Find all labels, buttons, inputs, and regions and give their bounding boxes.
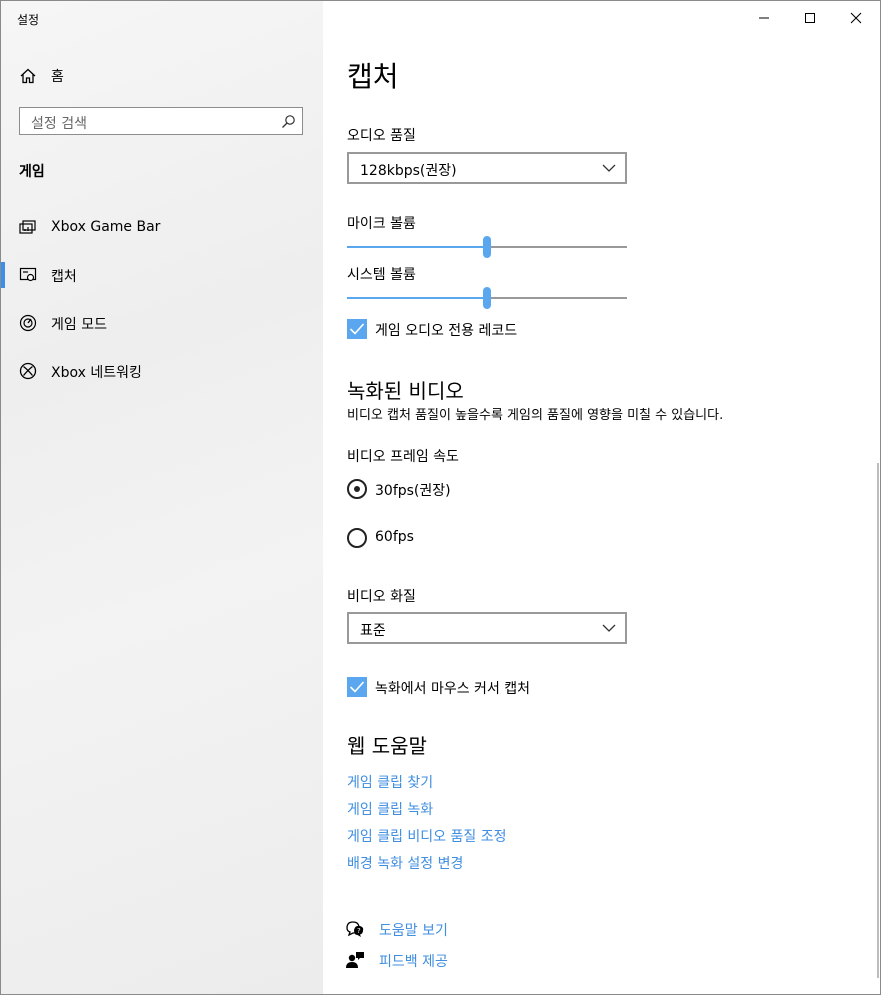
- sidebar-item-xbox-networking[interactable]: Xbox 네트워킹: [1, 353, 323, 389]
- search-placeholder: 설정 검색: [31, 116, 87, 132]
- radio-unselected[interactable]: [347, 528, 367, 548]
- get-help-link[interactable]: ? 도움말 보기: [345, 918, 495, 940]
- recorded-video-heading: 녹화된 비디오: [347, 379, 464, 403]
- web-help-heading: 웹 도움말: [347, 734, 427, 758]
- sidebar-item-xbox-game-bar[interactable]: Xbox Game Bar: [1, 210, 323, 246]
- game-audio-only-checkbox[interactable]: 게임 오디오 전용 레코드: [347, 319, 607, 341]
- home-icon: [20, 68, 36, 84]
- feedback-icon: [346, 952, 364, 968]
- page-title: 캡처: [347, 60, 399, 93]
- feedback-link[interactable]: 피드백 제공: [345, 949, 495, 971]
- video-quality-dropdown[interactable]: 표준: [347, 612, 627, 644]
- minimize-icon: [759, 17, 769, 19]
- radio-30fps[interactable]: 30fps(권장): [347, 479, 547, 501]
- recorded-video-description: 비디오 캡처 품질이 높을수록 게임의 품질에 영향을 미칠 수 있습니다.: [347, 408, 724, 423]
- sidebar-item-home[interactable]: 홈: [1, 61, 323, 91]
- sidebar-item-label: Xbox Game Bar: [51, 219, 161, 235]
- radio-label: 60fps: [375, 529, 414, 545]
- slider-track: [491, 246, 627, 248]
- video-quality-value: 표준: [360, 623, 386, 639]
- slider-thumb[interactable]: [483, 287, 491, 309]
- sidebar-item-home-label: 홈: [51, 69, 64, 85]
- checkbox-checked[interactable]: [347, 319, 367, 339]
- sidebar-item-capture[interactable]: 캡처: [1, 257, 323, 293]
- slider-thumb[interactable]: [483, 236, 491, 258]
- audio-quality-value: 128kbps(권장): [360, 163, 457, 179]
- svg-text:?: ?: [357, 927, 361, 935]
- game-bar-icon: [19, 220, 36, 234]
- radio-label: 30fps(권장): [375, 483, 451, 499]
- checkmark-icon: [349, 323, 365, 335]
- system-volume-label: 시스템 볼륨: [347, 267, 416, 283]
- feedback-label: 피드백 제공: [379, 954, 448, 970]
- checkbox-checked[interactable]: [347, 677, 367, 697]
- help-link-adjust-quality[interactable]: 게임 클립 비디오 품질 조정: [347, 826, 506, 846]
- sidebar-item-label: Xbox 네트워킹: [51, 365, 142, 381]
- slider-track: [491, 297, 627, 299]
- sidebar: 설정 홈 설정 검색 게임 Xbox Game Bar 캡처 게임 모드 Xbo…: [1, 1, 323, 994]
- capture-icon: [19, 267, 37, 282]
- close-button[interactable]: [834, 1, 880, 37]
- maximize-button[interactable]: [788, 1, 834, 37]
- help-link-background-recording[interactable]: 배경 녹화 설정 변경: [347, 853, 463, 873]
- radio-60fps[interactable]: 60fps: [347, 528, 547, 550]
- mic-volume-label: 마이크 볼륨: [347, 216, 416, 232]
- mic-volume-slider[interactable]: [347, 235, 627, 259]
- search-icon: [282, 115, 295, 128]
- frame-rate-label: 비디오 프레임 속도: [347, 449, 459, 465]
- xbox-icon: [19, 362, 37, 380]
- get-help-label: 도움말 보기: [379, 923, 448, 939]
- scrollbar[interactable]: [877, 463, 879, 978]
- maximize-icon: [805, 13, 815, 23]
- help-link-find-clips[interactable]: 게임 클립 찾기: [347, 772, 433, 792]
- capture-cursor-checkbox[interactable]: 녹화에서 마우스 커서 캡처: [347, 677, 607, 699]
- sidebar-item-label: 게임 모드: [51, 317, 107, 333]
- help-chat-icon: ?: [346, 921, 364, 937]
- game-mode-icon: [19, 314, 37, 332]
- sidebar-item-label: 캡처: [51, 269, 77, 285]
- checkmark-icon: [349, 681, 365, 693]
- chevron-down-icon: [602, 624, 616, 632]
- minimize-button[interactable]: [742, 1, 788, 37]
- audio-quality-label: 오디오 품질: [347, 128, 416, 144]
- content-pane: 캡처 오디오 품질 128kbps(권장) 마이크 볼륨 시스템 볼륨 게임 오…: [323, 1, 880, 994]
- chevron-down-icon: [602, 164, 616, 172]
- help-link-record-clips[interactable]: 게임 클립 녹화: [347, 799, 433, 819]
- sidebar-item-game-mode[interactable]: 게임 모드: [1, 305, 323, 341]
- selection-indicator: [1, 262, 5, 288]
- settings-window: 설정 홈 설정 검색 게임 Xbox Game Bar 캡처 게임 모드 Xbo…: [0, 0, 881, 995]
- radio-dot: [354, 486, 360, 492]
- audio-quality-dropdown[interactable]: 128kbps(권장): [347, 152, 627, 184]
- app-title: 설정: [17, 13, 40, 27]
- section-title: 게임: [19, 164, 45, 180]
- close-icon: [850, 12, 862, 24]
- checkbox-label: 녹화에서 마우스 커서 캡처: [375, 681, 531, 697]
- checkbox-label: 게임 오디오 전용 레코드: [375, 323, 518, 339]
- search-input[interactable]: 설정 검색: [19, 107, 303, 135]
- slider-fill: [347, 297, 483, 299]
- radio-selected[interactable]: [347, 479, 367, 499]
- system-volume-slider[interactable]: [347, 286, 627, 310]
- video-quality-label: 비디오 화질: [347, 589, 416, 605]
- slider-fill: [347, 246, 483, 248]
